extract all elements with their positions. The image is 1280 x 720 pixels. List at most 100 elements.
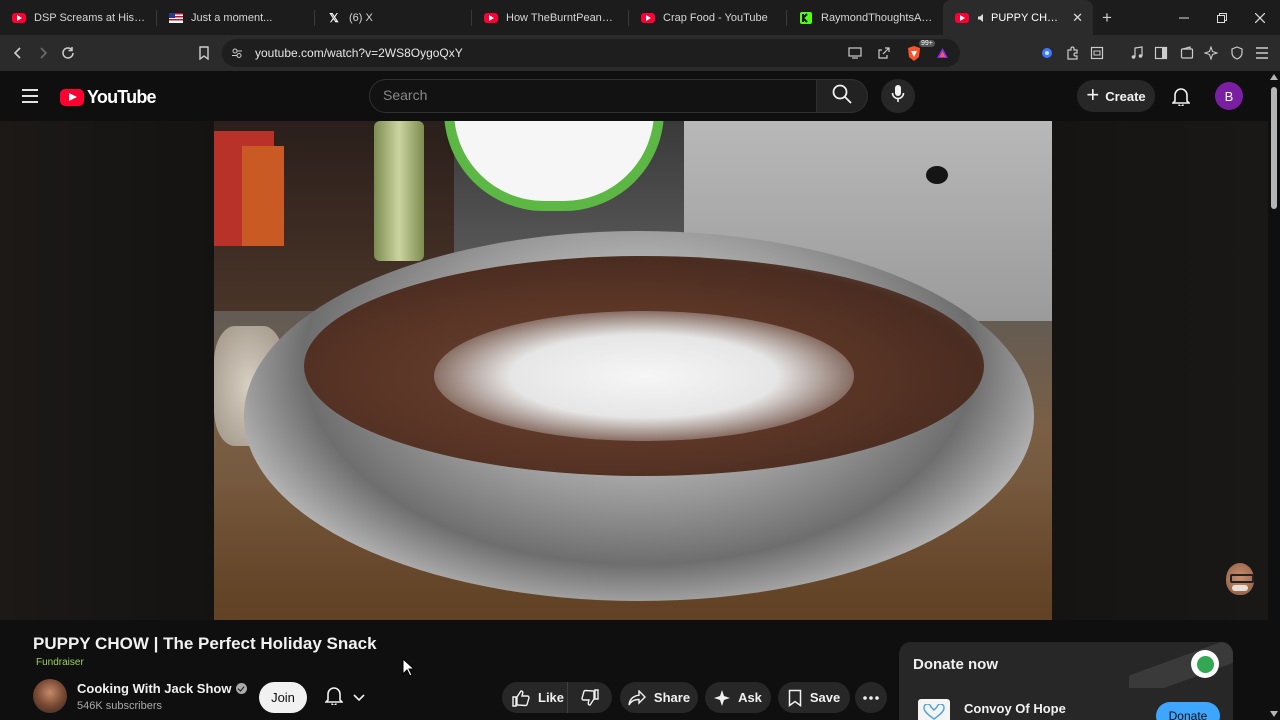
channel-name-row[interactable]: Cooking With Jack Show — [77, 681, 248, 696]
wallet-icon[interactable] — [1175, 41, 1199, 65]
charity-name[interactable]: Convoy Of Hope — [964, 701, 1066, 716]
browser-tab[interactable]: DSP Screams at His TV as — [0, 0, 156, 35]
sidebar-icon[interactable] — [1149, 41, 1173, 65]
scrollbar-thumb[interactable] — [1271, 87, 1277, 209]
restore-window-icon[interactable] — [1203, 0, 1241, 35]
bookmark-icon[interactable] — [192, 41, 216, 65]
tab-title: (6) X — [349, 11, 373, 24]
video-scene-sugar-bowl — [444, 121, 664, 211]
page-scrollbar[interactable] — [1268, 71, 1280, 720]
video-player[interactable] — [214, 121, 1052, 620]
like-dislike-group: Like — [502, 682, 612, 713]
subscriber-count: 546K subscribers — [77, 700, 162, 712]
charity-logo-icon — [918, 699, 950, 720]
mouse-cursor-icon — [402, 657, 416, 682]
forward-icon[interactable] — [31, 41, 55, 65]
tab-title: PUPPY CHOW | The — [991, 11, 1065, 24]
vpn-shield-icon[interactable] — [1225, 41, 1249, 65]
channel-avatar[interactable] — [33, 679, 67, 713]
browser-tab[interactable]: 𝕏 (6) X — [315, 0, 471, 35]
minimize-window-icon[interactable] — [1165, 0, 1203, 35]
youtube-logo[interactable]: YouTube — [60, 87, 157, 108]
video-scene-door-knob — [926, 166, 948, 184]
vpn-icon[interactable] — [1035, 41, 1059, 65]
video-scene-powdered-sugar — [434, 311, 854, 441]
scroll-up-arrow-icon[interactable] — [1270, 74, 1278, 80]
scroll-down-arrow-icon[interactable] — [1270, 711, 1278, 717]
video-scene-cereal-box — [242, 146, 284, 246]
giving-heart-icon — [1191, 650, 1219, 678]
cast-icon[interactable] — [848, 46, 862, 60]
video-title: PUPPY CHOW | The Perfect Holiday Snack — [33, 634, 377, 653]
tab-title: How TheBurntPeanut Too — [506, 11, 618, 24]
x-icon: 𝕏 — [329, 10, 339, 25]
browser-menu-icon[interactable] — [1250, 41, 1274, 65]
search-button[interactable] — [816, 79, 868, 113]
new-tab-button[interactable]: + — [1093, 8, 1121, 28]
thumbs-down-icon — [581, 688, 599, 707]
notifications-bell-icon[interactable] — [1170, 85, 1192, 107]
youtube-icon — [12, 11, 26, 25]
browser-tab-strip: DSP Screams at His TV as Just a moment..… — [0, 0, 1280, 35]
save-button[interactable]: Save — [778, 682, 850, 713]
share-arrow-icon — [628, 689, 646, 706]
more-actions-button[interactable] — [855, 682, 887, 713]
join-button[interactable]: Join — [259, 682, 307, 713]
brave-rewards-icon[interactable] — [935, 46, 949, 60]
browser-tab[interactable]: Just a moment... — [157, 0, 314, 35]
share-button[interactable]: Share — [620, 682, 698, 713]
subscription-bell-button[interactable] — [315, 682, 375, 713]
voice-search-button[interactable] — [881, 79, 915, 113]
youtube-header: YouTube + Create B — [0, 71, 1280, 121]
microphone-icon — [891, 84, 905, 109]
player-container — [0, 121, 1268, 620]
notification-bell-icon — [324, 685, 344, 710]
dislike-button[interactable] — [568, 682, 612, 713]
screenshot-icon[interactable] — [1085, 41, 1109, 65]
youtube-icon — [484, 11, 498, 25]
url-text: youtube.com/watch?v=2WS8OygoQxY — [255, 46, 463, 60]
media-controls-icon[interactable] — [1125, 41, 1149, 65]
create-button[interactable]: + Create — [1077, 80, 1155, 112]
channel-name[interactable]: Cooking With Jack Show — [77, 681, 231, 696]
browser-toolbar: youtube.com/watch?v=2WS8OygoQxY 99+ — [0, 35, 1280, 71]
browser-tab[interactable]: RaymondThoughtsAndMi — [787, 0, 943, 35]
account-avatar[interactable]: B — [1215, 82, 1243, 110]
address-bar[interactable]: youtube.com/watch?v=2WS8OygoQxY 99+ — [222, 39, 960, 67]
donate-title: Donate now — [913, 656, 998, 673]
back-icon[interactable] — [6, 41, 30, 65]
tab-title: DSP Screams at His TV as — [34, 11, 146, 24]
extensions-icon[interactable] — [1061, 41, 1085, 65]
flag-icon — [169, 11, 183, 25]
close-tab-icon[interactable]: ✕ — [1072, 10, 1083, 26]
search-input[interactable] — [383, 87, 803, 103]
save-label: Save — [809, 690, 841, 705]
site-settings-icon[interactable] — [230, 46, 244, 60]
donate-panel: Donate now Convoy Of Hope Donate — [899, 642, 1233, 720]
leo-ai-icon[interactable] — [1199, 41, 1223, 65]
close-window-icon[interactable] — [1241, 0, 1279, 35]
donate-button[interactable]: Donate — [1156, 702, 1220, 720]
search-box — [369, 79, 817, 113]
ask-button[interactable]: Ask — [705, 682, 771, 713]
like-label: Like — [538, 690, 565, 705]
tab-title: Just a moment... — [191, 11, 273, 24]
browser-tab[interactable]: Crap Food - YouTube — [629, 0, 786, 35]
share-page-icon[interactable] — [877, 46, 891, 60]
floating-avatar-emoji[interactable] — [1226, 563, 1254, 595]
create-label: Create — [1105, 88, 1146, 104]
video-scene-bottle — [374, 121, 424, 261]
youtube-icon — [641, 11, 655, 25]
reload-icon[interactable] — [56, 41, 80, 65]
browser-tab-active[interactable]: PUPPY CHOW | The ✕ — [943, 0, 1093, 35]
youtube-icon — [955, 11, 969, 25]
guide-menu-icon[interactable] — [20, 86, 40, 106]
speaker-icon — [977, 11, 987, 25]
sparkle-icon — [714, 689, 731, 706]
logo-text: YouTube — [87, 87, 157, 107]
ask-label: Ask — [738, 690, 762, 705]
like-button[interactable]: Like — [502, 682, 568, 713]
plus-icon: + — [1086, 82, 1100, 107]
browser-tab[interactable]: How TheBurntPeanut Too — [472, 0, 628, 35]
fundraiser-badge[interactable]: Fundraiser — [36, 657, 84, 668]
